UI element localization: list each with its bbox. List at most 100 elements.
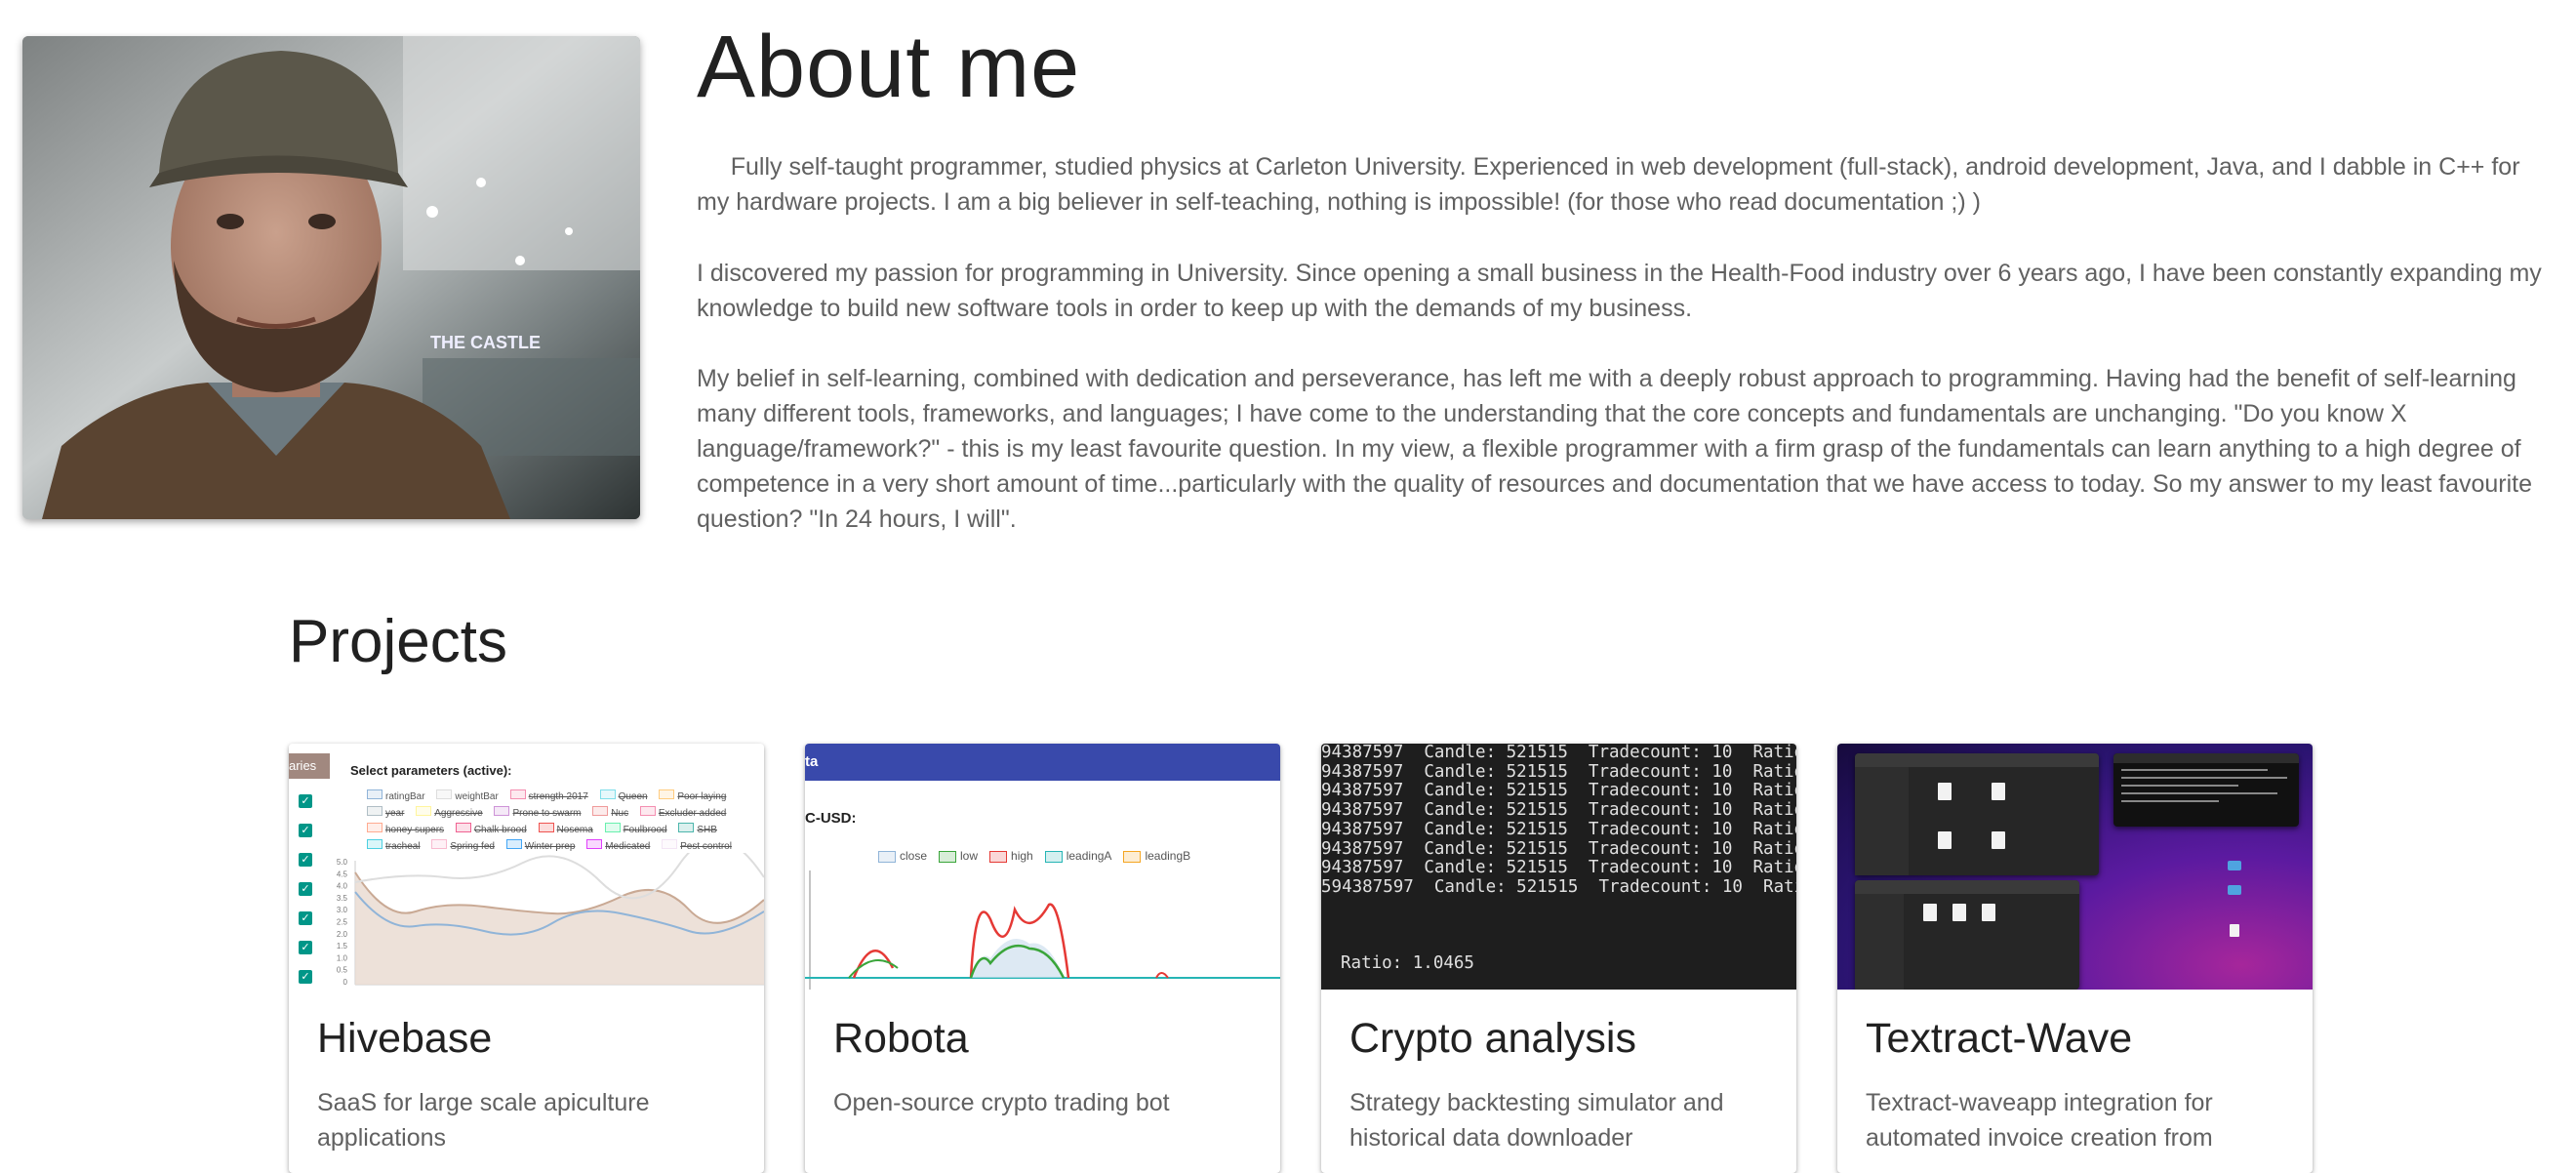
project-title-hivebase: Hivebase — [317, 1015, 493, 1062]
legend-label: Nuc — [611, 808, 629, 819]
legend-swatch — [989, 850, 1008, 863]
hivebase-checkbox-column: ✓ ✓ ✓ ✓ ✓ ✓ ✓ — [299, 794, 312, 990]
document-icon — [1952, 904, 1966, 921]
terminal-line: 94387597 Candle: 521515 Tradecount: 10 R… — [1321, 761, 1796, 782]
project-card-robota[interactable]: ta C-USD: close low high leadingA leadingB R… — [805, 744, 1280, 1173]
y-tick-label: 3.5 — [337, 894, 348, 903]
checkbox-icon: ✓ — [299, 941, 312, 954]
finder-window-1 — [1855, 753, 2099, 875]
legend-item: Pest control — [662, 839, 732, 852]
project-description-hivebase: SaaS for large scale apiculture applicat… — [317, 1089, 650, 1152]
legend-swatch — [586, 839, 603, 849]
terminal-line: 594387597 Candle: 521515 Tradecount: 10 … — [1321, 876, 1796, 897]
legend-swatch — [639, 806, 656, 816]
legend-swatch — [367, 839, 382, 849]
y-tick-label: 2.0 — [337, 930, 348, 939]
crypto-terminal-thumbnail: 94387597 Candle: 521515 Tradecount: 10 R… — [1321, 744, 1796, 990]
legend-label: ratingBar — [385, 791, 425, 802]
folder-icon — [2228, 861, 2241, 870]
legend-item: Chalk brood — [455, 823, 527, 835]
legend-label: Winter prep — [524, 841, 576, 852]
y-tick-label: 1.5 — [337, 942, 348, 951]
legend-swatch — [509, 789, 526, 799]
profile-photo: THE CASTLE — [22, 36, 640, 519]
project-card-crypto-analysis[interactable]: 94387597 Candle: 521515 Tradecount: 10 R… — [1321, 744, 1796, 1173]
legend-label: high — [1011, 849, 1033, 863]
robota-chart — [805, 870, 1280, 990]
hivebase-params-heading: Select parameters (active): — [350, 763, 512, 778]
legend-label: leadingA — [1066, 849, 1112, 863]
legend-item: leadingA — [1044, 849, 1112, 863]
robota-thumbnail: ta C-USD: close low high leadingA leadingB — [805, 744, 1280, 990]
legend-swatch — [1123, 850, 1142, 863]
y-tick-label: 0.5 — [337, 966, 348, 975]
legend-swatch — [678, 823, 695, 832]
legend-label: strength 2017 — [528, 791, 588, 802]
legend-label: Excluder added — [658, 808, 727, 819]
legend-label: low — [960, 849, 979, 863]
checkbox-icon: ✓ — [299, 853, 312, 867]
legend-swatch — [431, 839, 448, 849]
legend-swatch — [367, 789, 382, 799]
about-paragraph-2: I discovered my passion for programming … — [697, 260, 2542, 322]
robota-banner: ta — [805, 744, 1280, 781]
legend-item: Nosema — [538, 823, 593, 835]
legend-label: Chalk brood — [473, 825, 527, 835]
legend-label: leadingB — [1145, 849, 1191, 863]
legend-label: close — [900, 849, 928, 863]
project-title-crypto-analysis: Crypto analysis — [1349, 1015, 1636, 1062]
legend-item: leadingB — [1123, 849, 1190, 863]
legend-label: Spring fed — [450, 841, 495, 852]
photo-sign: THE CASTLE — [430, 333, 541, 352]
legend-label: Poor laying — [677, 791, 727, 802]
legend-label: Aggressive — [434, 808, 483, 819]
legend-item: year — [367, 806, 405, 819]
legend-item: Queen — [599, 789, 648, 802]
terminal-line: 94387597 Candle: 521515 Tradecount: 10 R… — [1321, 744, 1796, 762]
document-icon — [2230, 924, 2239, 937]
project-card-hivebase[interactable]: aries ✓ ✓ ✓ ✓ ✓ ✓ ✓ Select parameters (a… — [289, 744, 764, 1173]
legend-item: honey supers — [367, 823, 445, 835]
terminal-output: 94387597 Candle: 521515 Tradecount: 10 R… — [1321, 744, 1796, 898]
projects-heading: Projects — [289, 608, 507, 675]
robota-legend: close low high leadingA leadingB — [878, 849, 1202, 863]
project-description-textract-wave: Textract-waveapp integration for automat… — [1866, 1089, 2213, 1152]
legend-label: Nosema — [556, 825, 593, 835]
checkbox-icon: ✓ — [299, 970, 312, 984]
legend-swatch — [878, 850, 896, 863]
legend-swatch — [367, 806, 382, 816]
legend-swatch — [538, 823, 554, 832]
project-card-textract-wave[interactable]: Textract-Wave Textract-waveapp integrati… — [1837, 744, 2313, 1173]
terminal-line: 94387597 Candle: 521515 Tradecount: 10 R… — [1321, 781, 1796, 801]
terminal-line: 94387597 Candle: 521515 Tradecount: 10 R… — [1321, 800, 1796, 821]
project-description-crypto-analysis: Strategy backtesting simulator and histo… — [1349, 1089, 1724, 1152]
legend-label: Medicated — [605, 841, 651, 852]
checkbox-icon: ✓ — [299, 824, 312, 837]
legend-swatch — [416, 806, 432, 816]
legend-swatch — [436, 789, 453, 799]
legend-item: Foulbrood — [604, 823, 667, 835]
legend-label: Prone to swarm — [512, 808, 582, 819]
terminal-line: 94387597 Candle: 521515 Tradecount: 10 R… — [1321, 819, 1796, 839]
legend-swatch — [505, 839, 522, 849]
folder-icon — [2228, 885, 2241, 895]
checkbox-icon: ✓ — [299, 794, 312, 808]
legend-item: SHB — [678, 823, 717, 835]
textract-desktop-thumbnail — [1837, 744, 2313, 990]
project-description-robota: Open-source crypto trading bot — [833, 1089, 1170, 1116]
legend-label: year — [385, 808, 405, 819]
legend-label: weightBar — [455, 791, 499, 802]
y-tick-label: 5.0 — [337, 858, 348, 867]
legend-item: Prone to swarm — [494, 806, 582, 819]
hivebase-legend: ratingBar weightBar strength 2017 Queen … — [367, 789, 757, 855]
document-icon — [1923, 904, 1937, 921]
about-heading: About me — [697, 19, 1081, 116]
hivebase-thumbnail: aries ✓ ✓ ✓ ✓ ✓ ✓ ✓ Select parameters (a… — [289, 744, 764, 990]
y-tick-label: 0 — [343, 978, 348, 987]
project-title-textract-wave: Textract-Wave — [1866, 1015, 2133, 1062]
legend-label: SHB — [697, 825, 717, 835]
checkbox-icon: ✓ — [299, 911, 312, 925]
y-tick-label: 4.5 — [337, 870, 348, 878]
legend-item: close — [878, 849, 927, 863]
legend-label: honey supers — [385, 825, 445, 835]
